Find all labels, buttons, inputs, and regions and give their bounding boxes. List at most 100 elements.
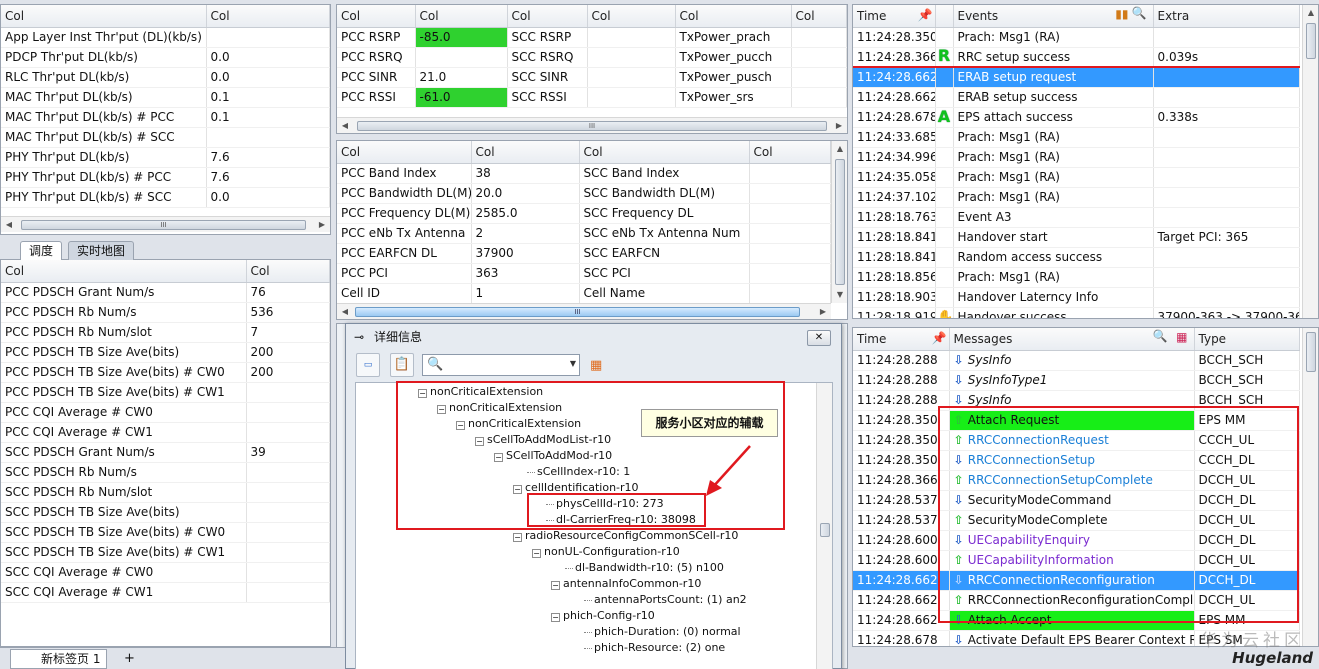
tree-node[interactable]: dl-CarrierFreq-r10: 38098 <box>546 512 696 528</box>
column-header[interactable]: Col <box>507 5 588 28</box>
table-row[interactable]: SCC PDSCH Rb Num/slot <box>1 482 330 503</box>
dialog-titlebar[interactable]: ⊸ 详细信息 ✕ <box>346 324 841 350</box>
pin-icon[interactable]: 📌 <box>918 8 933 22</box>
table-row[interactable]: PCC PDSCH Rb Num/slot 7 <box>1 322 330 343</box>
messages-column-header[interactable]: Messages 🔍 ▦ <box>949 328 1195 351</box>
message-row[interactable]: 11:24:28.288 ⇩ SysInfo BCCH_SCH <box>853 390 1300 411</box>
scroll-left-icon[interactable]: ◀ <box>1 217 17 233</box>
table-row[interactable]: SCC PDSCH TB Size Ave(bits) <box>1 502 330 523</box>
message-row[interactable]: 11:24:28.600 ⇧ UECapabilityInformation DCC… <box>853 550 1300 571</box>
scroll-right-icon[interactable]: ▶ <box>815 304 831 319</box>
scroll-thumb[interactable]: III <box>355 307 800 317</box>
column-header[interactable]: Col <box>471 141 580 164</box>
time-column-header[interactable]: Time 📌 <box>853 5 936 28</box>
column-header[interactable]: Col <box>675 5 792 28</box>
column-header[interactable]: Col <box>1 5 207 28</box>
table-row[interactable]: PCC PDSCH Rb Num/s 536 <box>1 302 330 323</box>
table-row[interactable]: SCC PDSCH TB Size Ave(bits) # CW0 <box>1 522 330 543</box>
message-row[interactable]: 11:24:28.288 ⇩ SysInfoType1 BCCH_SCH <box>853 370 1300 391</box>
clipboard-button[interactable]: 📋 <box>390 353 414 377</box>
dock-pin-icon[interactable]: ⊸ <box>354 324 364 350</box>
tree-node[interactable]: − nonUL-Configuration-r10 <box>532 544 680 560</box>
message-row[interactable]: 11:24:28.662 ⇩ RRCConnectionReconfigurati… <box>853 570 1300 591</box>
column-header[interactable]: Col <box>791 5 847 28</box>
column-header[interactable]: Col <box>1 260 247 283</box>
collapse-toggle-icon[interactable]: − <box>551 613 560 622</box>
message-row[interactable]: 11:24:28.350 ⇧ Attach Request EPS MM <box>853 410 1300 431</box>
search-dropdown[interactable]: 🔍 ▼ <box>422 354 580 376</box>
column-header[interactable]: Col <box>206 5 330 28</box>
vertical-scrollbar[interactable]: ▲ ▼ <box>831 141 847 303</box>
event-row[interactable]: 11:24:28.662 ERAB setup request <box>853 66 1300 88</box>
table-row[interactable]: PHY Thr'put DL(kb/s) 7.6 <box>1 147 330 168</box>
table-row[interactable]: PCC Bandwidth DL(M) 20.0 SCC Bandwidth DL(… <box>337 183 831 204</box>
table-row[interactable]: MAC Thr'put DL(kb/s) # PCC 0.1 <box>1 107 330 128</box>
events-column-header[interactable]: Events ▮▮ 🔍 <box>953 5 1154 28</box>
vertical-scrollbar[interactable]: ▲ <box>1302 5 1318 318</box>
tree-node[interactable]: − nonCriticalExtension <box>456 416 581 432</box>
search-icon[interactable]: 🔍 <box>1132 6 1147 20</box>
table-row[interactable]: PDCP Thr'put DL(kb/s) 0.0 <box>1 47 330 68</box>
scroll-thumb[interactable]: III <box>357 121 827 131</box>
vertical-scrollbar[interactable] <box>816 383 832 669</box>
collapse-toggle-icon[interactable]: − <box>456 421 465 430</box>
chevron-down-icon[interactable]: ▼ <box>570 359 576 368</box>
event-row[interactable]: 11:28:18.841 Random access success <box>853 247 1300 268</box>
collapse-toggle-icon[interactable]: − <box>551 581 560 590</box>
horizontal-scrollbar[interactable]: ◀ III ▶ <box>337 303 831 319</box>
event-row[interactable]: 11:24:33.685 Prach: Msg1 (RA) <box>853 127 1300 148</box>
scroll-left-icon[interactable]: ◀ <box>337 118 353 133</box>
tree-node[interactable]: − cellIdentification-r10 <box>513 480 639 496</box>
table-row[interactable]: PCC Band Index 38 SCC Band Index <box>337 163 831 184</box>
column-header[interactable]: Col <box>587 5 676 28</box>
collapse-toggle-icon[interactable]: − <box>532 549 541 558</box>
scroll-thumb[interactable] <box>820 523 830 537</box>
time-column-header[interactable]: Time 📌 <box>853 328 950 351</box>
table-row[interactable]: PCC Frequency DL(M) 2585.0 SCC Frequency D… <box>337 203 831 224</box>
event-row[interactable]: 11:24:37.102 Prach: Msg1 (RA) <box>853 187 1300 208</box>
collapse-toggle-icon[interactable]: − <box>513 533 522 542</box>
scroll-thumb[interactable]: III <box>21 220 306 230</box>
table-row[interactable]: PCC RSRP -85.0 SCC RSRP TxPower_prach <box>337 27 847 48</box>
table-row[interactable]: PCC SINR 21.0 SCC SINR TxPower_pusch <box>337 67 847 88</box>
grid-icon[interactable]: ▦ <box>1176 330 1187 344</box>
tree-node[interactable]: dl-Bandwidth-r10: (5) n100 <box>565 560 724 576</box>
chart-icon[interactable]: ▮▮ <box>1115 7 1128 21</box>
column-header[interactable]: Col <box>579 141 750 164</box>
table-row[interactable]: PCC CQI Average # CW0 <box>1 402 330 423</box>
collapse-toggle-icon[interactable]: − <box>437 405 446 414</box>
table-row[interactable]: Cell ID 1 Cell Name <box>337 283 831 304</box>
tree-node[interactable]: − phich-Config-r10 <box>551 608 655 624</box>
tree-node[interactable]: physCellId-r10: 273 <box>546 496 664 512</box>
column-header[interactable]: Col <box>337 141 472 164</box>
message-row[interactable]: 11:24:28.662 ⇧ RRCConnectionReconfigurati… <box>853 590 1300 611</box>
close-button[interactable]: ✕ <box>807 330 831 346</box>
table-row[interactable]: PCC RSRQ SCC RSRQ TxPower_pucch <box>337 47 847 68</box>
table-row[interactable]: App Layer Inst Thr'put (DL)(kb/s) <box>1 27 330 48</box>
event-row[interactable]: 11:28:18.856 Prach: Msg1 (RA) <box>853 267 1300 288</box>
collapse-toggle-icon[interactable]: − <box>513 485 522 494</box>
tab-schedule[interactable]: 调度 <box>20 241 63 261</box>
message-row[interactable]: 11:24:28.537 ⇧ SecurityModeComplete DCCH_U… <box>853 510 1300 531</box>
tree-node[interactable]: sCellIndex-r10: 1 <box>527 464 630 480</box>
tree-node[interactable]: phich-Resource: (2) one <box>584 640 725 656</box>
table-row[interactable]: SCC PDSCH Rb Num/s <box>1 462 330 483</box>
horizontal-scrollbar[interactable]: ◀ III ▶ <box>1 216 330 232</box>
table-row[interactable]: PCC PDSCH TB Size Ave(bits) # CW1 <box>1 382 330 403</box>
scroll-thumb[interactable] <box>835 159 845 285</box>
message-row[interactable]: 11:24:28.288 ⇩ SysInfo BCCH_SCH <box>853 350 1300 371</box>
tree-node[interactable]: − nonCriticalExtension <box>418 384 543 400</box>
add-tab-button[interactable]: + <box>124 649 135 669</box>
tree-node[interactable]: phich-Duration: (0) normal <box>584 624 741 640</box>
table-row[interactable]: SCC CQI Average # CW0 <box>1 562 330 583</box>
table-row[interactable]: PCC PDSCH Grant Num/s 76 <box>1 282 330 303</box>
event-row[interactable]: 11:24:28.678 A EPS attach success 0.338s <box>853 107 1300 128</box>
event-row[interactable]: 11:28:18.919 ✋ Handover success 37900-363 -… <box>853 307 1300 318</box>
event-row[interactable]: 11:24:28.366 R RRC setup success 0.039s <box>853 47 1300 68</box>
scroll-up-icon[interactable]: ▲ <box>832 141 847 157</box>
tab-realtime-map[interactable]: 实时地图 <box>68 241 135 260</box>
vertical-scrollbar[interactable] <box>1302 328 1318 646</box>
tree-node[interactable]: − radioResourceConfigCommonSCell-r10 <box>513 528 738 544</box>
hex-view-button[interactable]: ▭ <box>356 353 380 377</box>
event-row[interactable]: 11:24:34.996 Prach: Msg1 (RA) <box>853 147 1300 168</box>
